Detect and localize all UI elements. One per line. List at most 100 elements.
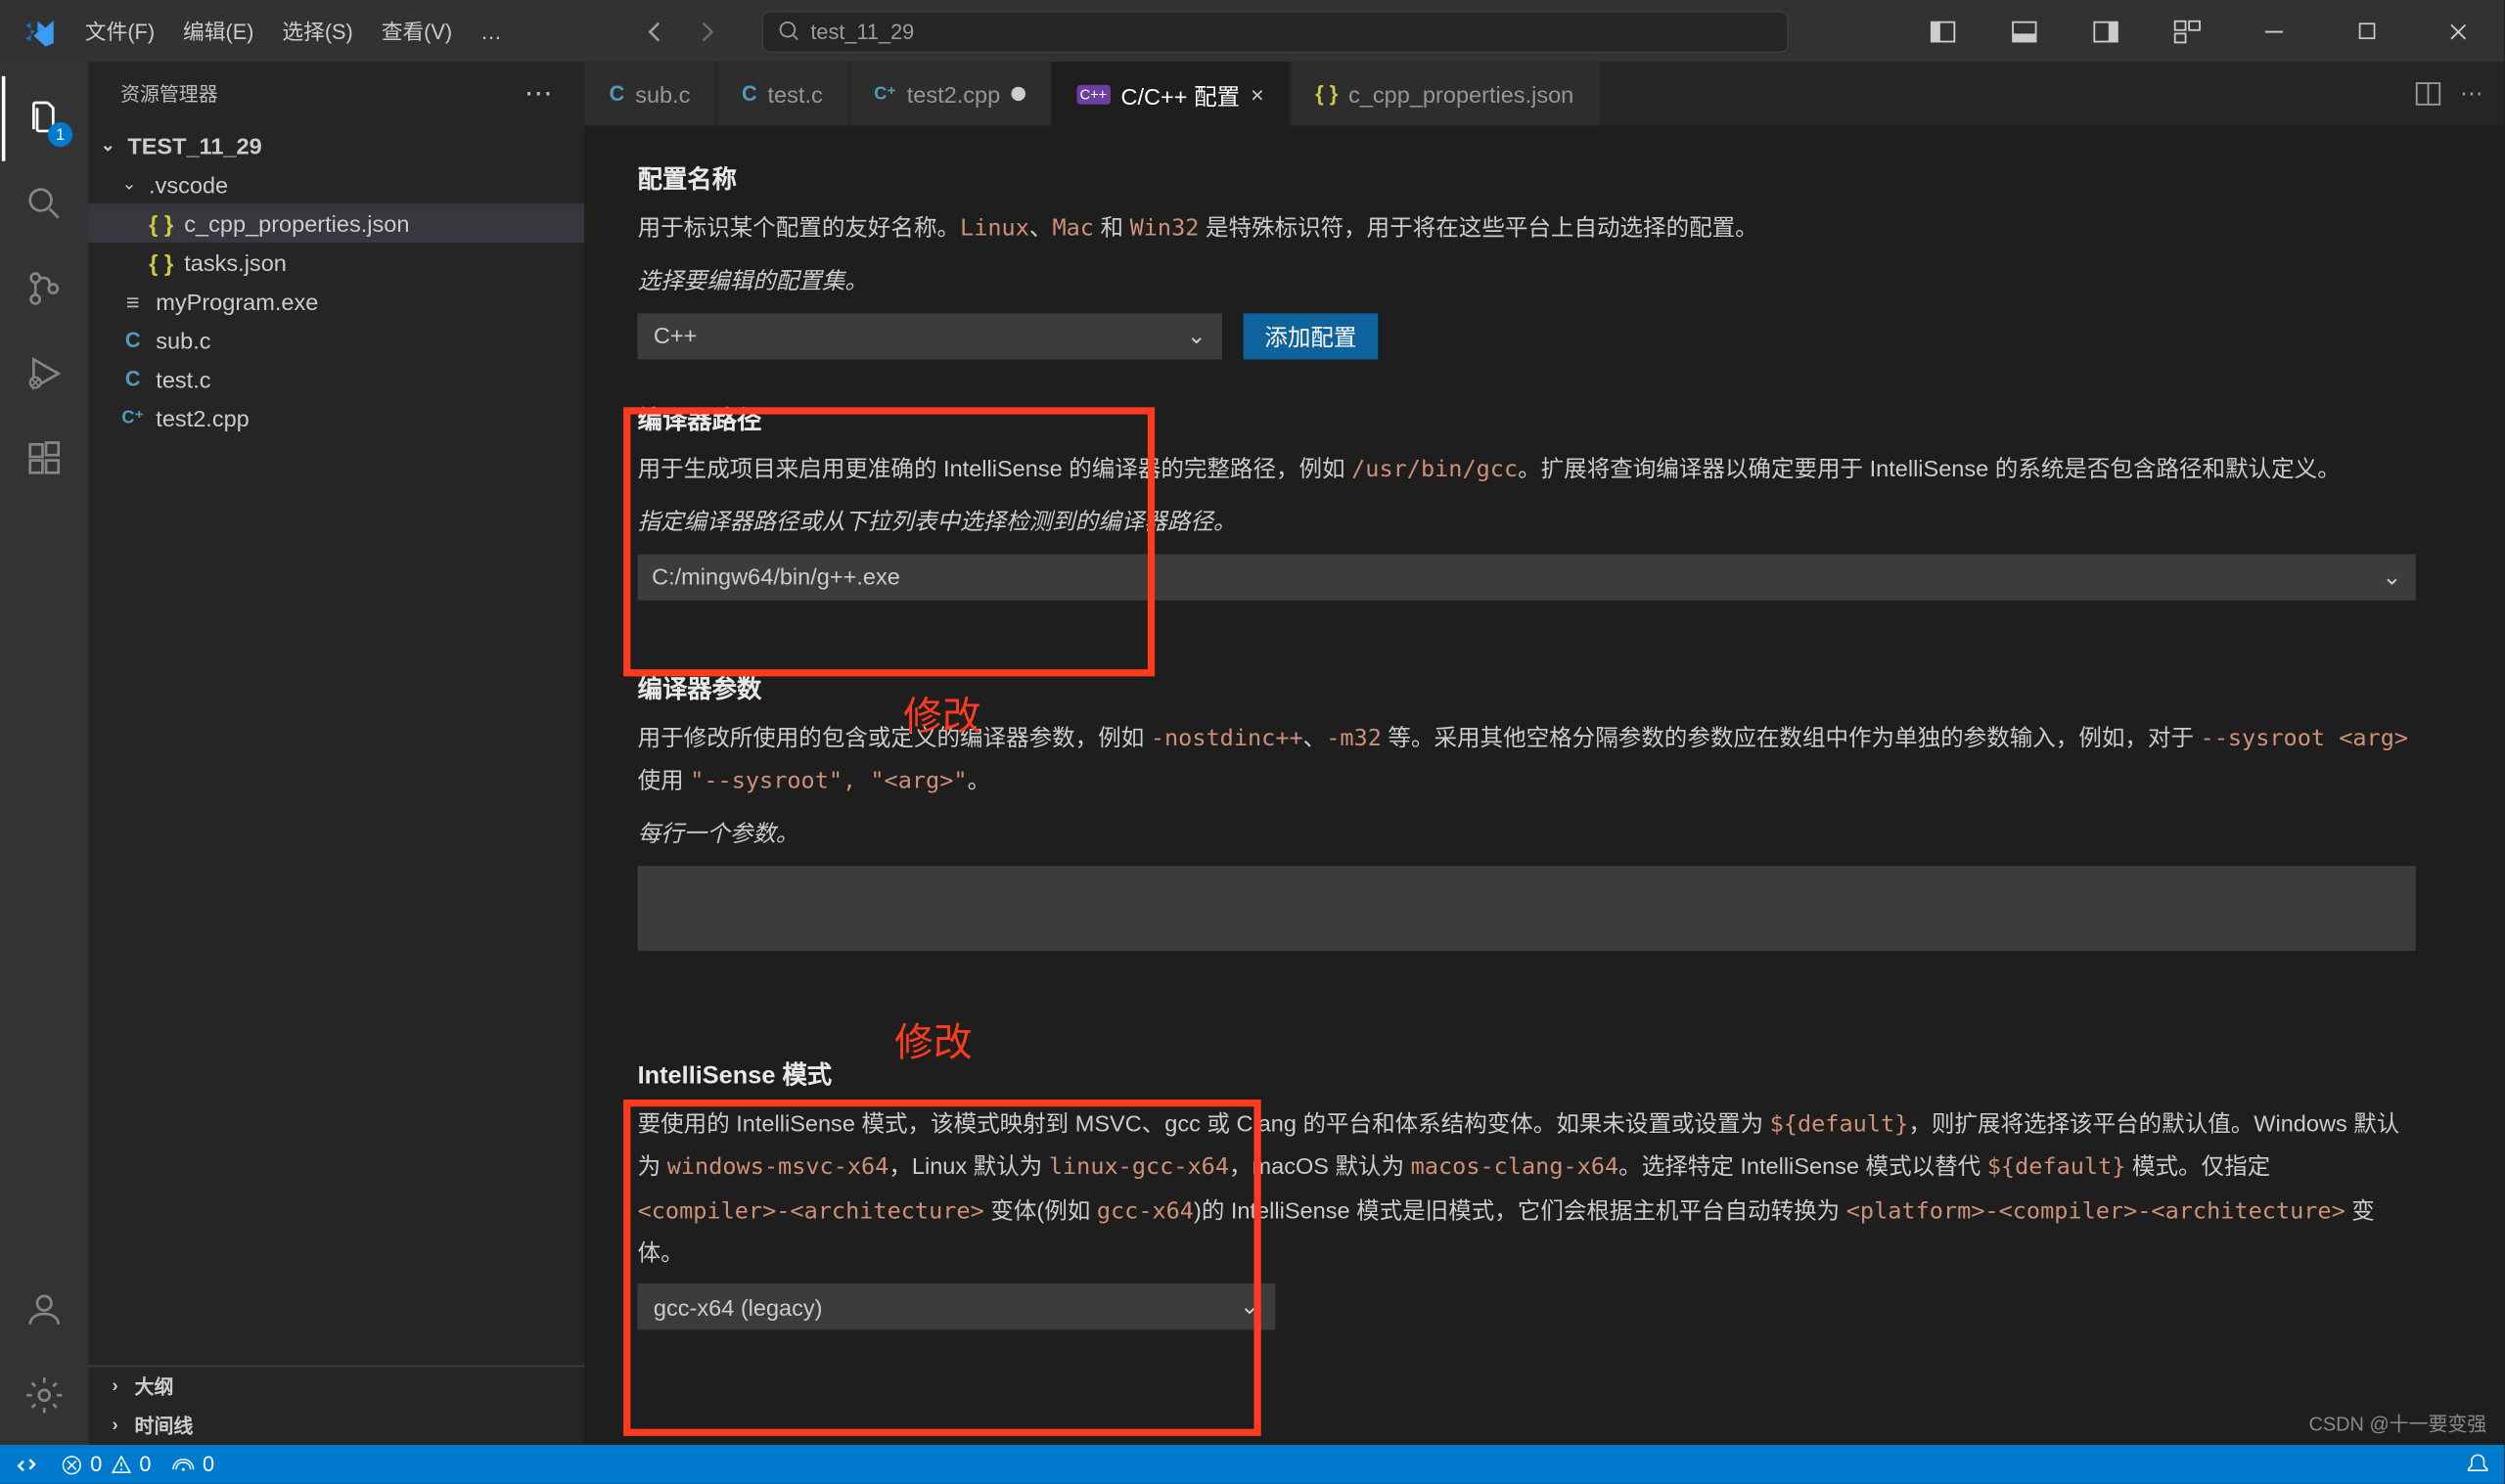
add-config-button[interactable]: 添加配置 (1244, 313, 1379, 359)
intellisense-mode-value: gcc-x64 (legacy) (654, 1294, 823, 1321)
config-name-value: C++ (654, 323, 697, 349)
status-ports[interactable]: 0 (172, 1452, 214, 1476)
file-exe-label: myProgram.exe (156, 288, 318, 314)
annotation-label-1: 修改 (903, 685, 981, 742)
menu-file[interactable]: 文件(F) (70, 9, 168, 53)
remote-indicator-icon[interactable] (14, 1452, 38, 1476)
file-ccpp-label: c_cpp_properties.json (184, 209, 409, 236)
section-config-name-title: 配置名称 (638, 161, 2416, 197)
cpp-ext-icon: C++ (1076, 84, 1111, 104)
search-text: test_11_29 (810, 19, 914, 43)
activity-run-debug[interactable] (2, 331, 87, 416)
sidebar: 资源管理器 ⋯ ⌄ TEST_11_29 ⌄ .vscode { } c_cpp… (89, 62, 585, 1445)
status-bell-icon[interactable] (2466, 1452, 2490, 1476)
tab-test2-label: test2.cpp (907, 80, 1001, 107)
compiler-args-textarea[interactable] (638, 866, 2416, 951)
editor-area: C sub.c C test.c C⁺ test2.cpp C++ C/C++ … (584, 62, 2504, 1445)
tab-subc-label: sub.c (635, 80, 690, 107)
root-label: TEST_11_29 (127, 132, 261, 158)
config-name-hint: 选择要编辑的配置集。 (638, 261, 2416, 302)
args-hint: 每行一个参数。 (638, 813, 2416, 854)
file-test2-label: test2.cpp (156, 405, 250, 431)
tab-more-icon[interactable]: ⋯ (2460, 79, 2486, 108)
tab-test2[interactable]: C⁺ test2.cpp (849, 62, 1052, 125)
status-bar: 0 0 0 (0, 1445, 2504, 1484)
sidebar-title: 资源管理器 (120, 79, 218, 108)
file-tree: ⌄ TEST_11_29 ⌄ .vscode { } c_cpp_propert… (89, 126, 585, 1366)
section-compiler-path-title: 编译器路径 (638, 401, 2416, 436)
sidebar-more-icon[interactable]: ⋯ (524, 76, 557, 112)
tree-file-exe[interactable]: ≡ myProgram.exe (89, 282, 585, 321)
tab-subc[interactable]: C sub.c (584, 62, 716, 125)
chevron-down-icon: ⌄ (1240, 1293, 1259, 1322)
tab-config-label: C/C++ 配置 (1121, 77, 1241, 111)
tab-ccpp-json[interactable]: { } c_cpp_properties.json (1291, 62, 1601, 125)
activity-search[interactable] (2, 161, 87, 247)
command-center-search[interactable]: test_11_29 (761, 10, 1789, 52)
tab-testc-label: test.c (767, 80, 822, 107)
watermark-text: CSDN @十一要变强 (2309, 1410, 2487, 1438)
file-subc-label: sub.c (156, 327, 210, 353)
annotation-label-2: 修改 (894, 1012, 973, 1068)
compiler-hint: 指定编译器路径或从下拉列表中选择检测到的编译器路径。 (638, 502, 2416, 543)
nav-back-icon[interactable] (637, 12, 676, 51)
activity-source-control[interactable] (2, 247, 87, 332)
sidebar-timeline[interactable]: › 时间线 (89, 1406, 585, 1445)
tree-file-tasks[interactable]: { } tasks.json (89, 243, 585, 282)
error-count: 0 (90, 1452, 102, 1476)
config-content: 配置名称 用于标识某个配置的友好名称。Linux、Mac 和 Win32 是特殊… (584, 126, 2504, 1445)
menu-view[interactable]: 查看(V) (367, 9, 466, 53)
split-editor-icon[interactable] (2414, 79, 2442, 108)
timeline-label: 时间线 (135, 1412, 194, 1440)
compiler-path-input[interactable]: C:/mingw64/bin/g++.exe ⌄ (638, 554, 2416, 600)
port-count: 0 (203, 1452, 214, 1476)
tree-file-test2[interactable]: C⁺ test2.cpp (89, 398, 585, 437)
layout-panel-bottom-icon[interactable] (1990, 0, 2058, 62)
dirty-indicator-icon (1011, 87, 1025, 101)
compiler-path-value: C:/mingw64/bin/g++.exe (652, 563, 900, 590)
compiler-desc: 用于生成项目来启用更准确的 IntelliSense 的编译器的完整路径，例如 … (638, 448, 2416, 491)
status-problems[interactable]: 0 0 (61, 1452, 152, 1476)
tree-folder-vscode[interactable]: ⌄ .vscode (89, 164, 585, 203)
window-maximize-icon[interactable] (2327, 0, 2405, 62)
title-bar: 文件(F) 编辑(E) 选择(S) 查看(V) … test_11_29 (0, 0, 2504, 62)
outline-label: 大纲 (135, 1372, 174, 1401)
close-tab-icon[interactable]: × (1251, 80, 1264, 107)
sidebar-outline[interactable]: › 大纲 (89, 1367, 585, 1406)
tab-config[interactable]: C++ C/C++ 配置 × (1052, 62, 1291, 125)
activity-explorer[interactable]: 1 (2, 76, 87, 161)
activity-settings[interactable] (2, 1353, 87, 1438)
layout-customize-icon[interactable] (2154, 0, 2221, 62)
mode-desc: 要使用的 IntelliSense 模式，该模式映射到 MSVC、gcc 或 C… (638, 1102, 2416, 1274)
explorer-badge: 1 (48, 122, 72, 147)
sidebar-header: 资源管理器 ⋯ (89, 62, 585, 125)
vscode-folder-label: .vscode (149, 171, 228, 198)
tree-file-ccpp[interactable]: { } c_cpp_properties.json (89, 203, 585, 243)
layout-panel-left-icon[interactable] (1909, 0, 1977, 62)
chevron-down-icon: ⌄ (1187, 322, 1207, 350)
vscode-logo-icon (22, 14, 57, 49)
menu-edit[interactable]: 编辑(E) (169, 9, 268, 53)
file-tasks-label: tasks.json (184, 248, 287, 275)
tab-testc[interactable]: C test.c (717, 62, 849, 125)
file-testc-label: test.c (156, 366, 210, 392)
tree-file-testc[interactable]: C test.c (89, 359, 585, 398)
layout-panel-right-icon[interactable] (2072, 0, 2140, 62)
menu-select[interactable]: 选择(S) (268, 9, 367, 53)
menu-more[interactable]: … (467, 12, 517, 51)
activity-extensions[interactable] (2, 416, 87, 501)
config-name-desc: 用于标识某个配置的友好名称。Linux、Mac 和 Win32 是特殊标识符，用… (638, 207, 2416, 250)
chevron-down-icon: ⌄ (2383, 562, 2402, 591)
activity-account[interactable] (2, 1268, 87, 1353)
config-name-select[interactable]: C++ ⌄ (638, 313, 1222, 359)
nav-forward-icon[interactable] (687, 12, 726, 51)
window-close-icon[interactable] (2419, 0, 2497, 62)
tab-ccpp-label: c_cpp_properties.json (1348, 80, 1573, 107)
window-minimize-icon[interactable] (2235, 0, 2313, 62)
tree-root[interactable]: ⌄ TEST_11_29 (89, 126, 585, 165)
intellisense-mode-select[interactable]: gcc-x64 (legacy) ⌄ (638, 1284, 1276, 1330)
activity-bar: 1 (0, 62, 89, 1445)
warning-count: 0 (139, 1452, 151, 1476)
tab-bar: C sub.c C test.c C⁺ test2.cpp C++ C/C++ … (584, 62, 2504, 125)
tree-file-subc[interactable]: C sub.c (89, 321, 585, 360)
